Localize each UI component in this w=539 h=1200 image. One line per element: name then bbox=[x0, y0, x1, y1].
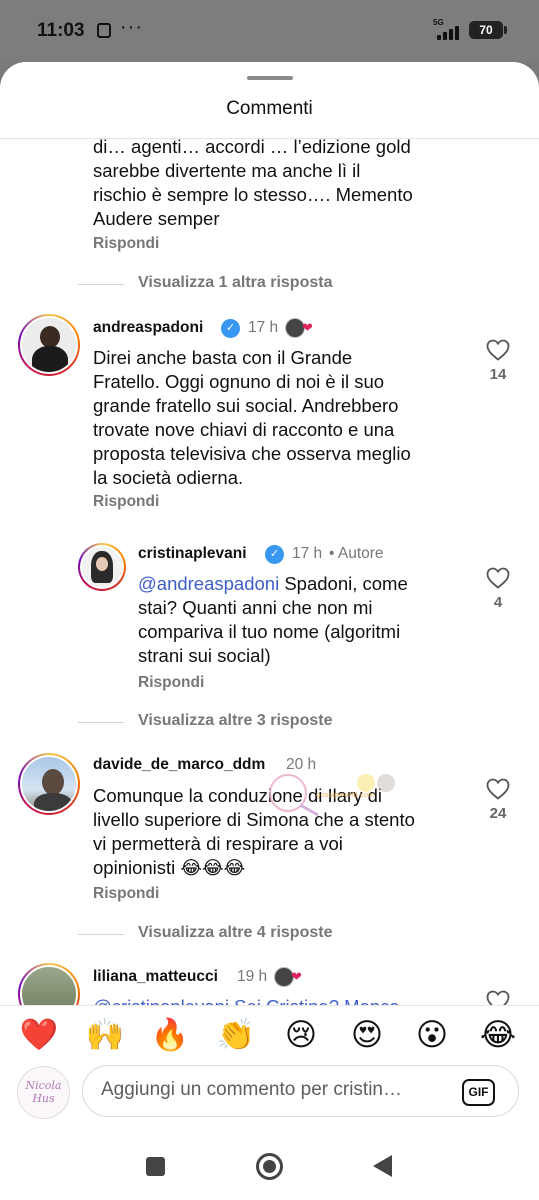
avatar[interactable] bbox=[18, 314, 80, 376]
comment-input-placeholder: Aggiungi un commento per cristin… bbox=[101, 1079, 402, 1100]
reply-button[interactable]: Rispondi bbox=[93, 885, 159, 903]
avatar[interactable] bbox=[18, 963, 80, 1005]
emoji-laughing[interactable]: 😂 bbox=[477, 1016, 519, 1054]
divider-line bbox=[78, 934, 124, 935]
like-count: 4 bbox=[493, 594, 503, 611]
like-button[interactable]: 24 bbox=[478, 778, 518, 822]
avatar[interactable] bbox=[78, 543, 126, 591]
heart-outline-icon bbox=[486, 339, 510, 361]
comment-input[interactable]: Aggiungi un commento per cristin… GIF bbox=[82, 1065, 519, 1117]
like-count: 24 bbox=[489, 805, 507, 822]
home-icon[interactable] bbox=[256, 1153, 283, 1180]
like-button[interactable]: 14 bbox=[478, 339, 518, 383]
verified-badge-icon: ✓ bbox=[221, 319, 240, 338]
like-button[interactable] bbox=[478, 990, 518, 1005]
comments-sheet: Commenti di… agenti… accordi … l’edizion… bbox=[0, 62, 539, 1200]
comment-text: @andreaspadoni Spadoni, come stai? Quant… bbox=[138, 573, 408, 666]
reply-button[interactable]: Rispondi bbox=[93, 235, 159, 253]
emoji-raising-hands[interactable]: 🙌 bbox=[84, 1016, 126, 1054]
heart-outline-icon bbox=[486, 778, 510, 800]
author-tag: • Autore bbox=[329, 545, 384, 562]
view-replies-button[interactable]: Visualizza altre 4 risposte bbox=[138, 924, 332, 942]
comments-list[interactable]: di… agenti… accordi … l’edizione gold sa… bbox=[0, 139, 539, 1005]
clock: 11:03 bbox=[37, 20, 85, 41]
emoji-fire[interactable]: 🔥 bbox=[149, 1016, 191, 1054]
emoji-heart[interactable]: ❤️ bbox=[18, 1016, 60, 1054]
comment-text: di… agenti… accordi … l’edizione gold sa… bbox=[93, 139, 413, 229]
username[interactable]: liliana_matteucci bbox=[93, 968, 218, 986]
reply-button[interactable]: Rispondi bbox=[138, 674, 204, 692]
author-liked-heart-icon: ❤ bbox=[302, 320, 313, 335]
status-bar: 11:03 ··· 5G 70 bbox=[0, 0, 539, 62]
signal-icon bbox=[437, 26, 463, 40]
recent-apps-icon[interactable] bbox=[146, 1157, 165, 1176]
divider-line bbox=[78, 284, 124, 285]
heart-outline-icon bbox=[486, 567, 510, 589]
like-count: 14 bbox=[489, 366, 507, 383]
more-notifications-icon: ··· bbox=[120, 16, 143, 38]
view-replies-button[interactable]: Visualizza 1 altra risposta bbox=[138, 274, 332, 292]
username[interactable]: davide_de_marco_ddm bbox=[93, 756, 265, 774]
emoji-heart-eyes[interactable]: 😍 bbox=[346, 1016, 388, 1054]
divider-line bbox=[78, 722, 124, 723]
sheet-title: Commenti bbox=[226, 98, 313, 119]
comment-composer: Nicola Hus Aggiungi un commento per cris… bbox=[0, 1062, 539, 1122]
emoji-surprised[interactable]: 😮 bbox=[411, 1016, 453, 1054]
back-icon[interactable] bbox=[373, 1155, 392, 1177]
mention-link[interactable]: @andreaspadoni bbox=[138, 573, 279, 594]
watermark-text: gossipworld.com bbox=[316, 791, 375, 799]
timestamp: 19 h bbox=[237, 968, 268, 985]
gif-button[interactable]: GIF bbox=[462, 1079, 495, 1106]
timestamp: 17 h bbox=[292, 545, 323, 562]
watermark-logo: gossipworld.com bbox=[266, 771, 401, 817]
heart-outline-icon bbox=[486, 990, 510, 1005]
comment-text: Direi anche basta con il Grande Fratello… bbox=[93, 347, 411, 488]
emoji-clapping[interactable]: 👏 bbox=[215, 1016, 257, 1054]
like-button[interactable]: 4 bbox=[478, 567, 518, 611]
my-avatar: Nicola Hus bbox=[17, 1066, 70, 1119]
battery-icon: 70 bbox=[469, 21, 507, 39]
avatar[interactable] bbox=[18, 753, 80, 815]
view-replies-button[interactable]: Visualizza altre 3 risposte bbox=[138, 712, 332, 730]
username[interactable]: cristinaplevani bbox=[138, 545, 247, 563]
system-nav-bar bbox=[0, 1138, 539, 1200]
verified-badge-icon: ✓ bbox=[265, 545, 284, 564]
reply-button[interactable]: Rispondi bbox=[93, 493, 159, 511]
drag-handle[interactable] bbox=[247, 76, 293, 80]
author-liked-heart-icon: ❤ bbox=[291, 969, 302, 984]
comment-text: @cristinaplevani Sei Cristina? Manca bbox=[93, 995, 400, 1005]
emoji-reaction-bar: ❤️ 🙌 🔥 👏 😢 😍 😮 😂 bbox=[0, 1005, 539, 1065]
username[interactable]: andreaspadoni bbox=[93, 319, 203, 337]
screenshot-notification-icon bbox=[97, 23, 111, 38]
emoji-crying[interactable]: 😢 bbox=[280, 1016, 322, 1054]
timestamp: 17 h bbox=[248, 319, 279, 336]
